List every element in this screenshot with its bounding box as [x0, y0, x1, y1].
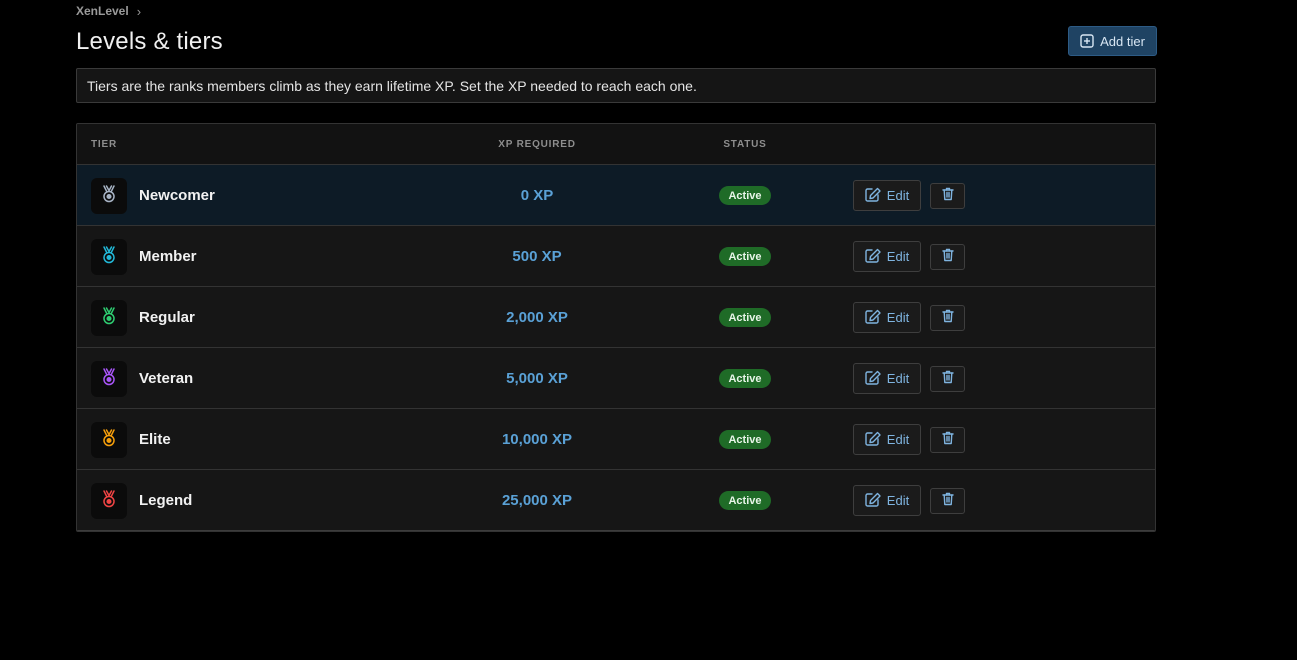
delete-button[interactable]	[930, 427, 965, 453]
edit-label: Edit	[886, 249, 910, 264]
status-badge: Active	[719, 186, 771, 205]
xp-required: 5,000 XP	[506, 370, 568, 387]
edit-icon	[865, 248, 882, 266]
tier-icon-box	[91, 239, 127, 275]
table-header: TIER XP REQUIRED STATUS	[77, 124, 1155, 165]
status-badge: Active	[719, 491, 771, 510]
status-badge: Active	[719, 430, 771, 449]
table-row: Legend 25,000 XP Active Edit	[77, 470, 1155, 531]
medal-icon	[101, 245, 117, 269]
header-xp-required: XP REQUIRED	[498, 139, 576, 150]
xp-required: 2,000 XP	[506, 309, 568, 326]
status-badge: Active	[719, 247, 771, 266]
medal-icon	[101, 367, 117, 391]
trash-icon	[941, 370, 954, 389]
edit-label: Edit	[886, 371, 910, 386]
edit-label: Edit	[886, 432, 910, 447]
edit-icon	[865, 492, 882, 510]
medal-icon	[101, 184, 117, 208]
table-row: Regular 2,000 XP Active Edit	[77, 287, 1155, 348]
edit-label: Edit	[886, 188, 910, 203]
table-row: Member 500 XP Active Edit	[77, 226, 1155, 287]
xp-required: 10,000 XP	[501, 431, 573, 448]
table-row: Elite 10,000 XP Active Edit	[77, 409, 1155, 470]
xp-required: 0 XP	[520, 187, 554, 204]
edit-icon	[865, 309, 882, 327]
trash-icon	[941, 309, 954, 328]
tier-name: Member	[139, 248, 197, 265]
page-description: Tiers are the ranks members climb as the…	[87, 77, 697, 94]
tier-name: Regular	[139, 309, 195, 326]
medal-icon	[101, 428, 117, 452]
delete-button[interactable]	[930, 305, 965, 331]
trash-icon	[941, 492, 954, 511]
table-body: Newcomer 0 XP Active Edit Member 500 XP …	[77, 165, 1155, 531]
page-title: Levels & tiers	[76, 28, 223, 55]
tier-name: Veteran	[139, 370, 194, 387]
edit-button[interactable]: Edit	[853, 241, 921, 272]
delete-button[interactable]	[930, 488, 965, 514]
header-tier: TIER	[91, 139, 117, 150]
plus-square-icon	[1080, 34, 1094, 48]
edit-button[interactable]: Edit	[853, 485, 921, 516]
edit-button[interactable]: Edit	[853, 424, 921, 455]
add-tier-button[interactable]: Add tier	[1068, 26, 1157, 56]
delete-button[interactable]	[930, 366, 965, 392]
tier-name: Newcomer	[139, 187, 215, 204]
breadcrumb-separator: ›	[136, 3, 142, 19]
tiers-table: TIER XP REQUIRED STATUS Newcomer 0 XP Ac…	[76, 123, 1156, 532]
status-badge: Active	[719, 369, 771, 388]
edit-button[interactable]: Edit	[853, 180, 921, 211]
tier-name: Elite	[139, 431, 171, 448]
medal-icon	[101, 489, 117, 513]
breadcrumb: XenLevel ›	[76, 3, 141, 19]
edit-icon	[865, 431, 882, 449]
tier-icon-box	[91, 300, 127, 336]
medal-icon	[101, 306, 117, 330]
trash-icon	[941, 187, 954, 206]
breadcrumb-root[interactable]: XenLevel	[76, 4, 129, 18]
tier-icon-box	[91, 422, 127, 458]
xp-required: 25,000 XP	[501, 492, 573, 509]
edit-icon	[865, 187, 882, 205]
delete-button[interactable]	[930, 244, 965, 270]
description-box: Tiers are the ranks members climb as the…	[76, 68, 1156, 103]
tier-name: Legend	[139, 492, 193, 509]
edit-label: Edit	[886, 493, 910, 508]
tier-icon-box	[91, 178, 127, 214]
trash-icon	[941, 431, 954, 450]
tier-icon-box	[91, 483, 127, 519]
edit-icon	[865, 370, 882, 388]
table-row: Veteran 5,000 XP Active Edit	[77, 348, 1155, 409]
add-tier-label: Add tier	[1100, 33, 1145, 49]
edit-label: Edit	[886, 310, 910, 325]
edit-button[interactable]: Edit	[853, 302, 921, 333]
delete-button[interactable]	[930, 183, 965, 209]
tier-icon-box	[91, 361, 127, 397]
table-row: Newcomer 0 XP Active Edit	[77, 165, 1155, 226]
xp-required: 500 XP	[512, 248, 562, 265]
header-status: STATUS	[723, 139, 767, 150]
status-badge: Active	[719, 308, 771, 327]
trash-icon	[941, 248, 954, 267]
edit-button[interactable]: Edit	[853, 363, 921, 394]
